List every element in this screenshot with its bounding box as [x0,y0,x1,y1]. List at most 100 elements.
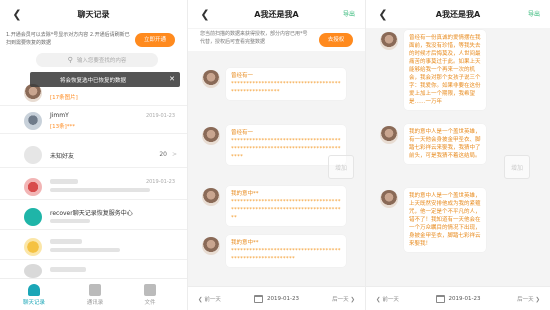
avatar [380,32,398,50]
item-preview: [13条]*** [50,124,76,130]
calendar-icon [435,294,445,303]
prev-day-label: 前一天 [382,296,399,303]
item-time: 2019-01-23 [145,113,175,119]
list-item-recover-service[interactable]: recover聊天记录恢复服务中心 [0,204,187,230]
page-title: 聊天记录 [77,9,110,19]
contacts-icon [89,284,101,296]
message-masked: ****************************************… [231,248,341,262]
message-text: 我的意中人是一个盖世英雄，有一天他会身披金甲圣衣、脚踏七彩祥云来娶我，我猜中了前… [409,129,481,159]
list-item-unknown-friend[interactable]: 未知好友 20 > [0,142,187,168]
title-bar: ❮ A我还是我A 导出 [188,0,365,28]
prev-day-button[interactable]: ❮ 前一天 [198,295,221,303]
next-day-button[interactable]: 后一天 ❯ [517,295,540,303]
notice-text: 1.开通会员可以去除*号显示对方内容 2.开通后请刷新已扫到需要恢复的数据 [6,32,130,46]
person-icon [28,284,40,296]
next-day-label: 后一天 [332,296,349,303]
tab-contacts[interactable]: 通讯录 [75,284,115,306]
blurred-preview [50,188,150,192]
current-date: 2019-01-23 [448,295,481,302]
message-bubble[interactable]: 我的意中** *********************************… [226,186,346,226]
list-item-jimmy[interactable]: JimmY [13条]*** 2019-01-23 [0,108,187,134]
list-item[interactable] [0,234,187,260]
item-name: 未知好友 [50,153,75,160]
avatar [24,264,42,278]
message-text: 我的意中人是一个盖世英雄，上天既然安排他成为我的紧箍咒，他一定是个不平凡的人，错… [409,193,481,247]
avatar [24,238,42,256]
avatar [202,127,220,145]
toast-text: 将会恢复选中已恢复的数据 [60,77,127,84]
item-name: JimmY [50,112,69,119]
authorize-button[interactable]: 去授权 [319,33,353,47]
export-button[interactable]: 导出 [343,9,355,18]
item-time: 2019-01-23 [145,179,175,185]
avatar [24,146,42,164]
back-arrow-icon[interactable]: ❮ [376,7,390,21]
avatar [202,70,220,88]
tab-chat-records[interactable]: 聊天记录 [14,284,54,306]
date-picker[interactable]: 2019-01-23 [254,294,299,303]
page-title: A我还是我A [435,9,481,19]
message-head: 我的意中** [231,191,259,197]
watermark-badge: 增加 [504,155,530,179]
message-head: 曾经有一 [231,73,254,79]
message-text: 曾经有一份真诚的爱情摆在我面前，我没有珍惜，等我失去的时候才后悔莫及，人世间最痛… [409,35,481,105]
tab-label: 文件 [144,300,156,306]
tab-label: 通讯录 [86,300,104,306]
message-bubble[interactable]: 我的意中人是一个盖世英雄，有一天他会身披金甲圣衣、脚踏七彩祥云来娶我，我猜中了前… [404,124,486,164]
chat-list-screen: ❮ 聊天记录 1.开通会员可以去除*号显示对方内容 2.开通后请刷新已扫到需要恢… [0,0,187,310]
restore-toast: 将会恢复选中已恢复的数据 ✕ [30,72,180,87]
blurred-preview [50,248,120,252]
page-title: A我还是我A [254,9,299,19]
title-bar: ❮ A我还是我A 导出 [366,0,550,28]
avatar [24,112,42,130]
bottom-tab-bar: 聊天记录 通讯录 文件 [0,278,187,310]
message-bubble[interactable]: 曾经有一 ***********************************… [226,68,346,100]
avatar [202,237,220,255]
avatar [380,126,398,144]
avatar [24,178,42,196]
avatar [380,190,398,208]
message-bubble[interactable]: 我的意中** *********************************… [226,235,346,267]
blurred-name [50,267,86,272]
date-picker[interactable]: 2019-01-23 [435,294,481,303]
blurred-name [50,239,82,244]
file-icon [144,284,156,296]
date-navigation-bar: ❮ 前一天 2019-01-23 后一天 ❯ [366,286,550,310]
blurred-name [50,179,78,184]
watermark-badge: 增加 [328,155,354,179]
item-preview: [17条图片] [50,95,78,101]
avatar [202,188,220,206]
open-membership-button[interactable]: 立即开通 [135,33,175,47]
message-bubble[interactable]: 我的意中人是一个盖世英雄，上天既然安排他成为我的紧箍咒，他一定是个不平凡的人，错… [404,188,486,252]
chat-detail-screen-locked: ❮ A我还是我A 导出 您当前扫描的数据来获得授权，部分内容已用*号代替，授权后… [187,0,365,310]
chat-bubble-icon [24,208,42,226]
message-head: 曾经有一 [231,130,254,136]
message-count: 20 [159,151,167,158]
next-day-button[interactable]: 后一天 ❯ [332,295,355,303]
tab-files[interactable]: 文件 [130,284,170,306]
calendar-icon [254,294,264,303]
next-day-label: 后一天 [517,296,534,303]
close-icon[interactable]: ✕ [169,75,175,83]
item-name: recover聊天记录恢复服务中心 [50,210,133,217]
back-arrow-icon[interactable]: ❮ [198,7,212,21]
chevron-right-icon: > [171,151,177,158]
message-bubble[interactable]: 曾经有一份真诚的爱情摆在我面前，我没有珍惜，等我失去的时候才后悔莫及，人世间最痛… [404,30,486,110]
search-placeholder: 输入您要查找的内容 [76,58,127,64]
prev-day-label: 前一天 [204,296,221,303]
title-bar: ❮ 聊天记录 [0,0,187,28]
date-navigation-bar: ❮ 前一天 2019-01-23 后一天 ❯ [188,286,365,310]
back-arrow-icon[interactable]: ❮ [10,7,24,21]
list-item[interactable]: 2019-01-23 [0,174,187,200]
blurred-preview [50,219,90,223]
message-masked: ****************************************… [231,138,341,160]
search-input[interactable]: ⚲ 输入您要查找的内容 [36,53,158,67]
message-head: 我的意中** [231,240,259,246]
prev-day-button[interactable]: ❮ 前一天 [376,295,399,303]
tab-label: 聊天记录 [22,300,45,306]
hint-text: 您当前扫描的数据来获得授权，部分内容已用*号代替，授权后可查看完整数据 [200,31,308,45]
chat-detail-screen-unlocked: ❮ A我还是我A 导出 曾经有一份真诚的爱情摆在我面前，我没有珍惜，等我失去的时… [365,0,550,310]
export-button[interactable]: 导出 [528,9,540,18]
message-masked: ****************************************… [231,199,341,221]
search-icon: ⚲ [67,56,73,64]
